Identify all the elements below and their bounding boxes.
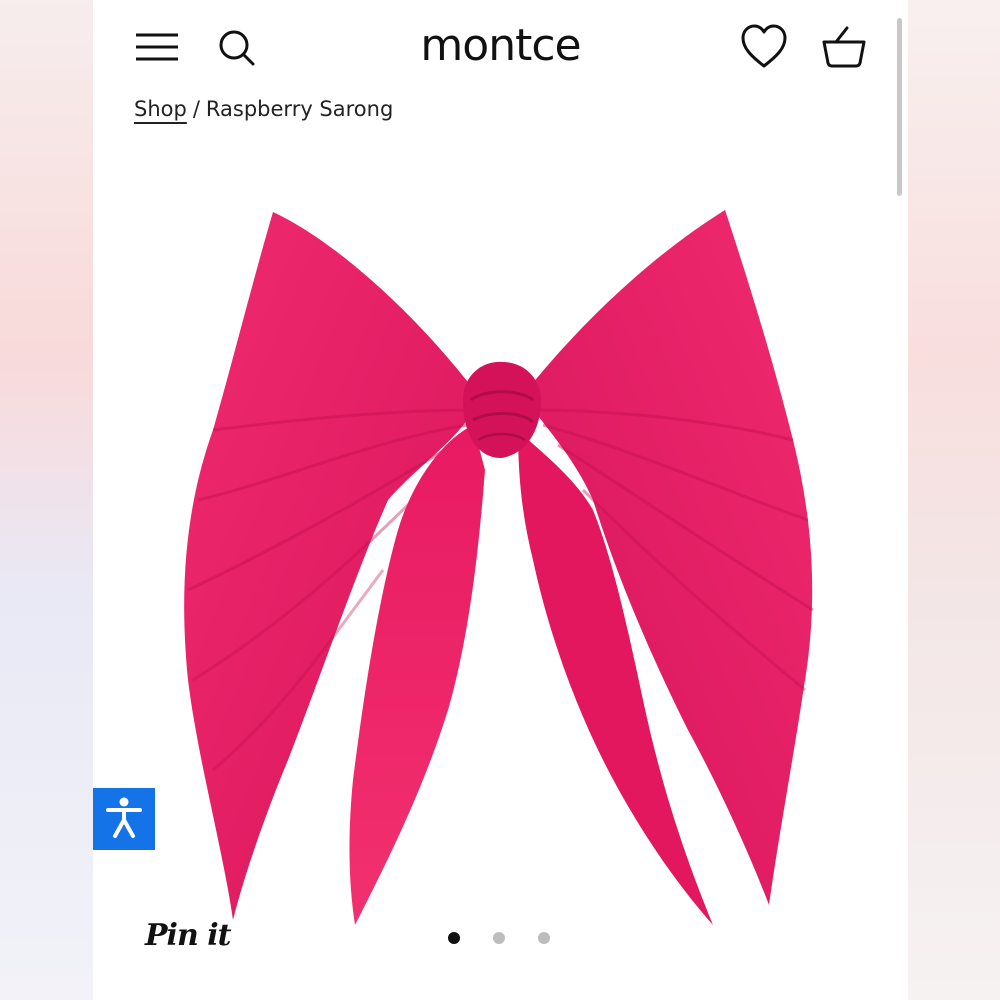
phone-screen: montce Shop / Raspberry Sarong Pin it (93, 0, 908, 1000)
accessibility-button[interactable] (93, 788, 155, 850)
basket-icon[interactable] (819, 22, 869, 72)
pin-it-button[interactable]: Pin it (145, 918, 231, 953)
pagination-dot[interactable] (493, 932, 505, 944)
pagination-dot[interactable] (448, 932, 460, 944)
accessibility-person-icon (104, 795, 144, 843)
brand-logo[interactable]: montce (393, 20, 608, 71)
raspberry-sarong-image[interactable] (173, 200, 833, 940)
scrollbar[interactable] (897, 18, 902, 196)
heart-icon[interactable] (739, 22, 789, 72)
background-right (908, 0, 1000, 1000)
background-left (0, 0, 93, 1000)
search-icon[interactable] (216, 27, 256, 67)
pagination-dot[interactable] (538, 932, 550, 944)
image-pagination (448, 932, 550, 946)
top-navigation-bar: montce (93, 0, 908, 95)
breadcrumb-shop-link[interactable]: Shop (134, 97, 187, 121)
breadcrumb: Shop / Raspberry Sarong (134, 97, 393, 121)
breadcrumb-separator: / (192, 97, 200, 121)
hamburger-menu-icon[interactable] (133, 27, 183, 67)
breadcrumb-current: Raspberry Sarong (205, 97, 394, 121)
